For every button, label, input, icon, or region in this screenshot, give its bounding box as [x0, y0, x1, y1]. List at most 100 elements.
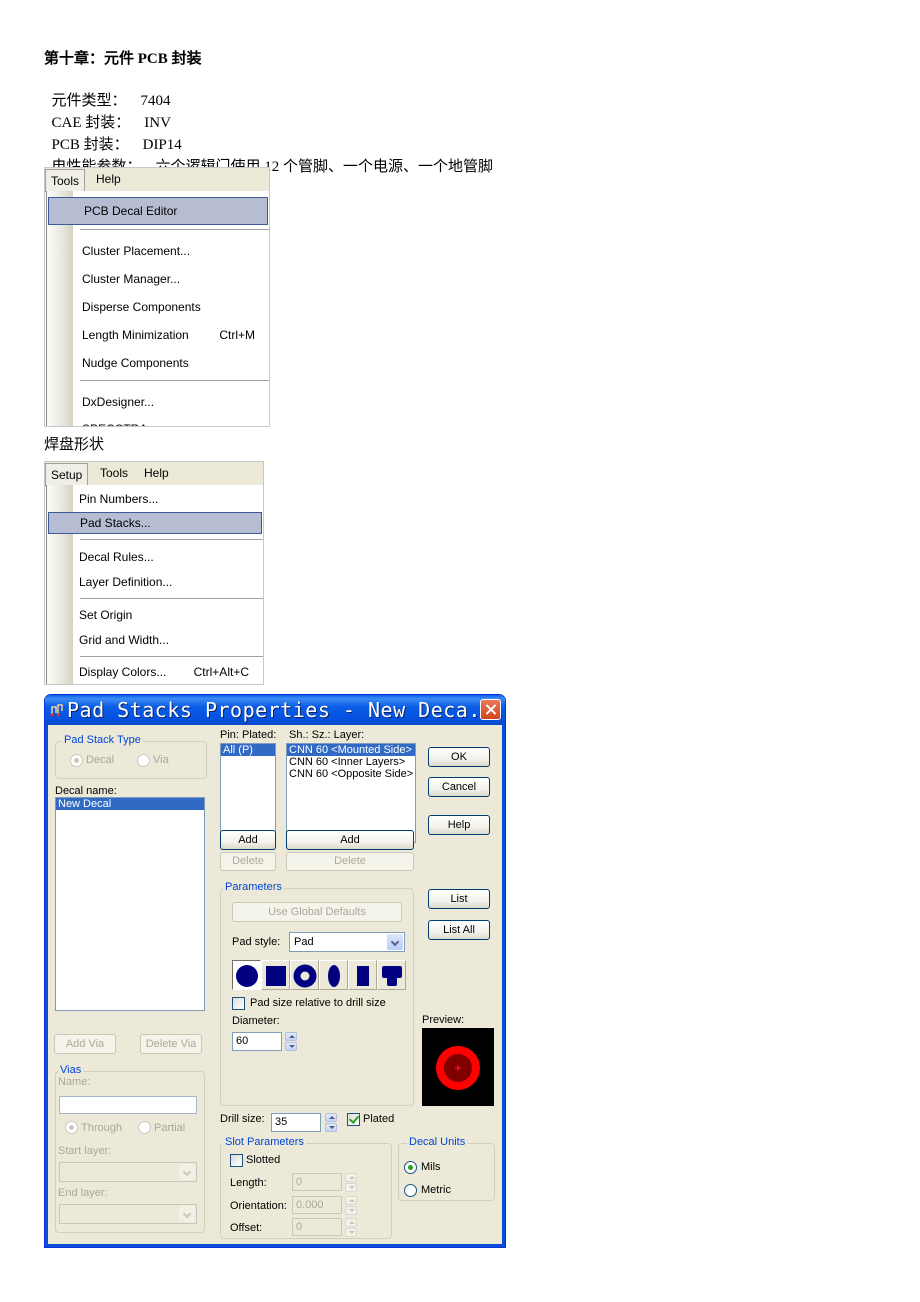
- pad-relative-label: Pad size relative to drill size: [250, 997, 386, 1009]
- menu-item-display-colors[interactable]: Display Colors... Ctrl+Alt+C: [47, 659, 263, 684]
- oval-pad-button[interactable]: [319, 960, 348, 990]
- chevron-down-icon: [179, 1206, 195, 1222]
- menu-item-cluster-placement[interactable]: Cluster Placement...: [47, 238, 269, 264]
- plated-checkbox[interactable]: [347, 1113, 360, 1126]
- orientation-input[interactable]: 0.000: [292, 1196, 342, 1214]
- add-layer-button[interactable]: Add: [286, 830, 414, 850]
- cancel-button[interactable]: Cancel: [428, 777, 490, 797]
- menu-item-dxdesigner[interactable]: DxDesigner...: [47, 389, 269, 415]
- pad-style-select[interactable]: Pad: [289, 932, 405, 952]
- setup-dropdown: Pin Numbers... Pad Stacks... Decal Rules…: [46, 485, 263, 684]
- list-item[interactable]: CNN 60 <Mounted Side>: [287, 744, 415, 756]
- radio-mils-label: Mils: [421, 1161, 441, 1173]
- spin-down-icon[interactable]: [325, 1123, 337, 1132]
- ok-button[interactable]: OK: [428, 747, 490, 767]
- end-layer-select[interactable]: [59, 1204, 197, 1224]
- square-pad-button[interactable]: [261, 960, 290, 990]
- delete-via-button[interactable]: Delete Via: [140, 1034, 202, 1054]
- pad-style-value: Pad: [294, 936, 314, 948]
- menu-help[interactable]: Help: [91, 170, 126, 189]
- pin-plated-header: Pin: Plated:: [220, 729, 277, 741]
- app-icon: [50, 704, 63, 717]
- menu-item-cluster-manager[interactable]: Cluster Manager...: [47, 266, 269, 292]
- offset-spinner[interactable]: [345, 1218, 357, 1237]
- orientation-label: Orientation:: [230, 1200, 287, 1212]
- spin-down-icon[interactable]: [345, 1206, 357, 1215]
- radio-decal[interactable]: [70, 754, 83, 767]
- radio-via[interactable]: [137, 754, 150, 767]
- use-global-defaults-button[interactable]: Use Global Defaults: [232, 902, 402, 922]
- menu-item-pin-numbers[interactable]: Pin Numbers...: [47, 486, 263, 512]
- add-pin-button[interactable]: Add: [220, 830, 276, 850]
- list-all-button[interactable]: List All: [428, 920, 490, 940]
- spin-down-icon[interactable]: [285, 1042, 297, 1051]
- length-input[interactable]: 0: [292, 1173, 342, 1191]
- menu-tools[interactable]: Tools: [95, 464, 133, 483]
- slotted-label: Slotted: [246, 1154, 281, 1166]
- radio-through[interactable]: [65, 1121, 78, 1134]
- menu-tools[interactable]: Tools: [45, 169, 86, 192]
- spin-up-icon[interactable]: [345, 1173, 357, 1182]
- menu-item-specctra[interactable]: SPECCTRA: [47, 416, 269, 426]
- radio-mils[interactable]: [404, 1161, 417, 1174]
- menu-item-pad-stacks[interactable]: Pad Stacks...: [48, 512, 262, 534]
- list-item[interactable]: CNN 60 <Inner Layers>: [287, 756, 415, 768]
- thermal-pad-button[interactable]: [377, 960, 406, 990]
- menu-item-disperse-components[interactable]: Disperse Components: [47, 294, 269, 320]
- menu-item-set-origin[interactable]: Set Origin: [47, 602, 263, 628]
- spin-up-icon[interactable]: [325, 1113, 337, 1122]
- pad-shape-toolbar: [232, 960, 407, 990]
- diameter-spinner[interactable]: [285, 1032, 297, 1051]
- menu-separator: [80, 656, 263, 657]
- drill-size-input[interactable]: 35: [271, 1113, 321, 1132]
- dialog-title: Pad Stacks Properties - New Deca...: [67, 698, 506, 722]
- add-via-button[interactable]: Add Via: [54, 1034, 116, 1054]
- menu-item-decal-rules[interactable]: Decal Rules...: [47, 544, 263, 570]
- menu-item-grid-and-width[interactable]: Grid and Width...: [47, 627, 263, 653]
- menu-item-nudge-components[interactable]: Nudge Components: [47, 350, 269, 376]
- pad-relative-checkbox[interactable]: [232, 997, 245, 1010]
- round-pad-button[interactable]: [232, 960, 261, 990]
- delete-layer-button[interactable]: Delete: [286, 852, 414, 871]
- menu-separator: [80, 229, 269, 230]
- spin-down-icon[interactable]: [345, 1228, 357, 1237]
- rectangle-pad-button[interactable]: [348, 960, 377, 990]
- layer-list[interactable]: CNN 60 <Mounted Side> CNN 60 <Inner Laye…: [286, 743, 416, 843]
- annular-pad-button[interactable]: [290, 960, 319, 990]
- spin-down-icon[interactable]: [345, 1183, 357, 1192]
- spin-up-icon[interactable]: [345, 1218, 357, 1227]
- menu-separator: [80, 539, 263, 540]
- radio-metric[interactable]: [404, 1184, 417, 1197]
- list-item[interactable]: CNN 60 <Opposite Side>: [287, 768, 415, 780]
- list-item[interactable]: New Decal: [56, 798, 204, 810]
- drill-size-spinner[interactable]: [325, 1113, 337, 1132]
- title-bar[interactable]: Pad Stacks Properties - New Deca...: [45, 695, 505, 725]
- pin-list[interactable]: All (P): [220, 743, 276, 843]
- help-button[interactable]: Help: [428, 815, 490, 835]
- pad-stacks-dialog: Pad Stacks Properties - New Deca... Pad …: [44, 694, 506, 1248]
- via-name-input[interactable]: [59, 1096, 197, 1114]
- orientation-spinner[interactable]: [345, 1196, 357, 1215]
- menu-setup[interactable]: Setup: [45, 463, 89, 486]
- list-item[interactable]: All (P): [221, 744, 275, 756]
- tools-dropdown: PCB Decal Editor Cluster Placement... Cl…: [46, 191, 269, 426]
- spin-up-icon[interactable]: [285, 1032, 297, 1041]
- menu-item-pcb-decal-editor[interactable]: PCB Decal Editor: [48, 197, 268, 225]
- slotted-checkbox[interactable]: [230, 1154, 243, 1167]
- offset-input[interactable]: 0: [292, 1218, 342, 1236]
- menu-item-length-minimization[interactable]: Length Minimization Ctrl+M: [47, 322, 269, 348]
- decal-name-list[interactable]: New Decal: [55, 797, 205, 1011]
- menu-item-layer-definition[interactable]: Layer Definition...: [47, 569, 263, 595]
- spin-up-icon[interactable]: [345, 1196, 357, 1205]
- diameter-input[interactable]: 60: [232, 1032, 282, 1051]
- start-layer-select[interactable]: [59, 1162, 197, 1182]
- chevron-down-icon: [179, 1164, 195, 1180]
- length-spinner[interactable]: [345, 1173, 357, 1192]
- list-button[interactable]: List: [428, 889, 490, 909]
- menu-help[interactable]: Help: [139, 464, 174, 483]
- annular-pad-icon: [293, 964, 317, 988]
- radio-partial[interactable]: [138, 1121, 151, 1134]
- close-button[interactable]: [480, 699, 501, 720]
- delete-pin-button[interactable]: Delete: [220, 852, 276, 871]
- square-pad-icon: [266, 966, 286, 986]
